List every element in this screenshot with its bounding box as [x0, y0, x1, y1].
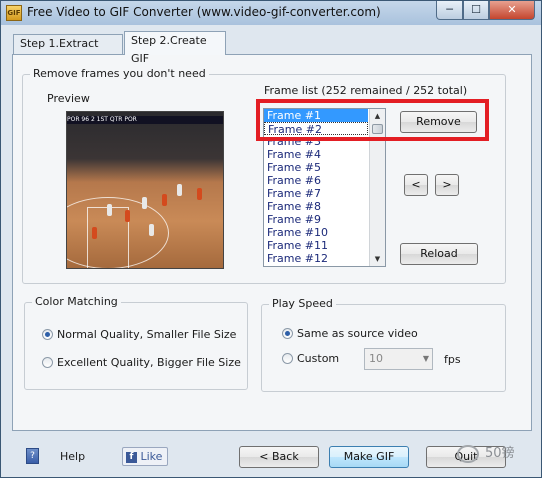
help-book-icon[interactable]: ? [26, 448, 39, 464]
chat-bubble-icon [457, 444, 479, 463]
player-figure [162, 194, 167, 206]
frame-list-item[interactable]: Frame #11 [264, 239, 368, 252]
facebook-icon: f [126, 451, 137, 463]
player-figure [92, 227, 97, 239]
custom-speed-radio[interactable] [282, 353, 293, 364]
scroll-down-icon[interactable]: ▼ [370, 252, 385, 266]
watermark: 50镑 [457, 442, 515, 463]
frame-list-item[interactable]: Frame #12 [264, 252, 368, 265]
frame-preview-image: POR 96 2 1ST QTR POR [66, 111, 224, 269]
frame-list-item[interactable]: Frame #9 [264, 213, 368, 226]
minimize-button[interactable]: ─ [436, 1, 463, 20]
like-label: Like [140, 450, 163, 463]
normal-quality-label[interactable]: Normal Quality, Smaller File Size [57, 328, 236, 341]
frame-list-label: Frame list (252 remained / 252 total) [264, 84, 468, 97]
fps-select[interactable]: 10 ▼ [364, 348, 433, 370]
preview-scoreboard: POR 96 2 1ST QTR POR [67, 116, 223, 124]
facebook-like-button[interactable]: f Like [122, 447, 168, 466]
title-bar[interactable]: GIF Free Video to GIF Converter (www.vid… [1, 1, 541, 25]
remove-frames-group-label: Remove frames you don't need [30, 67, 209, 80]
player-figure [197, 188, 202, 200]
excellent-quality-label[interactable]: Excellent Quality, Bigger File Size [57, 356, 241, 369]
make-gif-button[interactable]: Make GIF [329, 446, 409, 468]
player-figure [177, 184, 182, 196]
excellent-quality-radio[interactable] [42, 357, 53, 368]
player-figure [125, 210, 130, 222]
frame-list-item[interactable]: Frame #10 [264, 226, 368, 239]
frame-list-item[interactable]: Frame #5 [264, 161, 368, 174]
color-matching-group: Color Matching [24, 295, 248, 390]
maximize-button[interactable]: ☐ [463, 1, 489, 20]
color-matching-group-label: Color Matching [32, 295, 121, 308]
tab-create-gif[interactable]: Step 2.Create GIF [124, 31, 226, 65]
window-title: Free Video to GIF Converter (www.video-g… [27, 5, 381, 19]
close-button[interactable]: ✕ [489, 1, 535, 20]
frame-list-item[interactable]: Frame #6 [264, 174, 368, 187]
app-window: GIF Free Video to GIF Converter (www.vid… [0, 0, 542, 478]
fps-value: 10 [369, 352, 383, 365]
gif-app-icon: GIF [6, 5, 22, 21]
frame-list-item[interactable]: Frame #8 [264, 200, 368, 213]
reload-button[interactable]: Reload [400, 243, 478, 265]
normal-quality-radio[interactable] [42, 329, 53, 340]
custom-speed-label[interactable]: Custom [297, 352, 339, 365]
chevron-down-icon: ▼ [422, 354, 429, 363]
previous-frame-button[interactable]: < [404, 174, 428, 196]
fps-unit-label: fps [444, 353, 461, 366]
next-frame-button[interactable]: > [435, 174, 459, 196]
back-button[interactable]: < Back [239, 446, 319, 468]
player-figure [107, 204, 112, 216]
same-as-source-radio[interactable] [282, 328, 293, 339]
red-highlight-box [256, 99, 489, 141]
watermark-text: 50镑 [485, 446, 515, 461]
player-figure [149, 224, 154, 236]
preview-label: Preview [47, 92, 90, 105]
frame-list-item[interactable]: Frame #7 [264, 187, 368, 200]
play-speed-group-label: Play Speed [269, 297, 336, 310]
same-as-source-label[interactable]: Same as source video [297, 327, 418, 340]
help-link[interactable]: Help [60, 450, 85, 463]
tab-extract-video[interactable]: Step 1.Extract Video [13, 34, 123, 68]
player-figure [142, 197, 147, 209]
frame-list-item[interactable]: Frame #4 [264, 148, 368, 161]
